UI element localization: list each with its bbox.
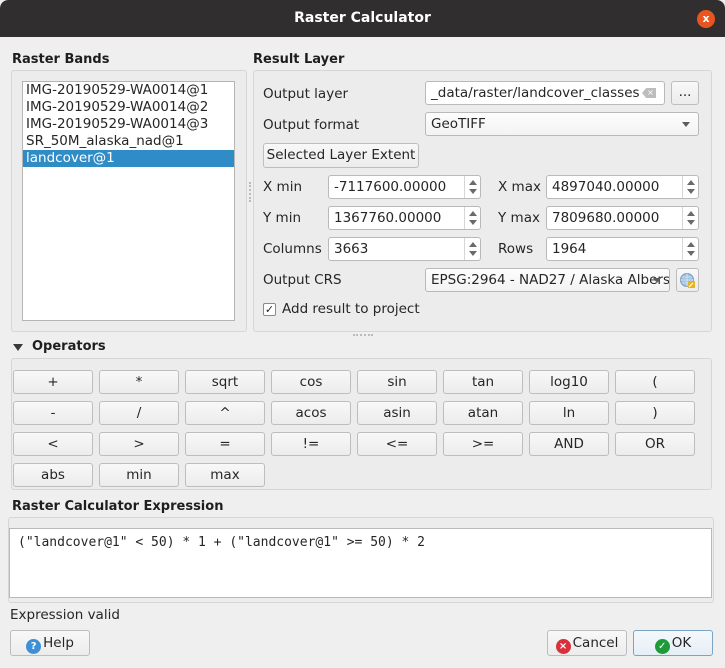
select-crs-button[interactable] — [676, 268, 699, 292]
operator-button[interactable]: / — [99, 401, 179, 425]
spin-arrows-icon[interactable] — [682, 238, 698, 260]
expression-status: Expression valid — [10, 607, 120, 623]
raster-bands-title: Raster Bands — [12, 52, 110, 67]
add-to-project-checkbox[interactable]: ✓ — [263, 303, 276, 316]
result-layer-title: Result Layer — [253, 52, 345, 67]
operator-button[interactable]: > — [99, 432, 179, 456]
close-button[interactable]: x — [697, 10, 715, 28]
operator-button[interactable]: asin — [357, 401, 437, 425]
operator-button[interactable]: cos — [271, 370, 351, 394]
operator-button[interactable]: < — [13, 432, 93, 456]
operator-button[interactable]: AND — [529, 432, 609, 456]
output-crs-label: Output CRS — [263, 272, 342, 288]
ok-button[interactable]: ✓ OK — [633, 630, 713, 656]
raster-band-item[interactable]: landcover@1 — [23, 150, 234, 167]
operator-button[interactable]: min — [99, 463, 179, 487]
columns-value: 3663 — [334, 241, 369, 257]
cancel-button[interactable]: × Cancel — [547, 630, 627, 656]
rows-value: 1964 — [552, 241, 587, 257]
help-button[interactable]: ? Help — [10, 630, 90, 656]
columns-label: Columns — [263, 241, 322, 257]
output-format-value: GeoTIFF — [431, 116, 486, 132]
operator-button[interactable]: != — [271, 432, 351, 456]
raster-band-item[interactable]: IMG-20190529-WA0014@2 — [23, 99, 234, 116]
operator-button[interactable]: ln — [529, 401, 609, 425]
operator-button[interactable]: ^ — [185, 401, 265, 425]
splitter-handle-vertical[interactable] — [249, 182, 251, 202]
x-min-value: -7117600.00000 — [334, 179, 447, 195]
operator-button[interactable]: ( — [615, 370, 695, 394]
y-min-spinbox[interactable]: 1367760.00000 — [328, 206, 481, 230]
globe-crs-icon — [680, 273, 695, 288]
operator-button[interactable]: tan — [443, 370, 523, 394]
title-bar: Raster Calculator x — [0, 0, 725, 37]
operator-button[interactable]: atan — [443, 401, 523, 425]
operator-button[interactable]: sqrt — [185, 370, 265, 394]
raster-band-item[interactable]: IMG-20190529-WA0014@3 — [23, 116, 234, 133]
selected-layer-extent-button[interactable]: Selected Layer Extent — [263, 143, 419, 168]
result-layer-group — [253, 70, 712, 332]
operator-button[interactable]: abs — [13, 463, 93, 487]
operator-button[interactable]: OR — [615, 432, 695, 456]
spin-arrows-icon[interactable] — [464, 238, 480, 260]
spin-arrows-icon[interactable] — [682, 207, 698, 229]
chevron-down-icon — [653, 278, 661, 283]
x-min-spinbox[interactable]: -7117600.00000 — [328, 175, 481, 199]
output-layer-value: _data/raster/landcover_classes — [431, 85, 640, 101]
operator-button[interactable]: * — [99, 370, 179, 394]
y-min-label: Y min — [263, 210, 301, 226]
y-min-value: 1367760.00000 — [334, 210, 442, 226]
chevron-down-icon — [682, 122, 690, 127]
rows-spinbox[interactable]: 1964 — [546, 237, 699, 261]
clear-icon[interactable]: × — [642, 88, 656, 98]
operator-button[interactable]: acos — [271, 401, 351, 425]
add-to-project-label: Add result to project — [282, 301, 420, 317]
output-layer-input[interactable]: _data/raster/landcover_classes × — [425, 81, 665, 105]
y-max-label: Y max — [498, 210, 540, 226]
operator-button[interactable]: >= — [443, 432, 523, 456]
window-title: Raster Calculator — [294, 10, 431, 26]
raster-band-item[interactable]: IMG-20190529-WA0014@1 — [23, 82, 234, 99]
output-layer-label: Output layer — [263, 86, 349, 102]
operator-button[interactable]: <= — [357, 432, 437, 456]
help-label: Help — [43, 635, 74, 651]
cancel-label: Cancel — [572, 635, 619, 651]
spin-arrows-icon[interactable] — [464, 207, 480, 229]
expression-title: Raster Calculator Expression — [12, 499, 224, 514]
operators-title[interactable]: Operators — [32, 339, 106, 354]
y-max-value: 7809680.00000 — [552, 210, 660, 226]
operator-button[interactable]: + — [13, 370, 93, 394]
expression-textarea[interactable]: ("landcover@1" < 50) * 1 + ("landcover@1… — [9, 528, 712, 598]
ok-icon: ✓ — [654, 639, 670, 654]
operator-button[interactable]: ) — [615, 401, 695, 425]
spin-arrows-icon[interactable] — [682, 176, 698, 198]
help-icon: ? — [26, 639, 42, 654]
cancel-icon: × — [555, 639, 571, 654]
operator-button[interactable]: max — [185, 463, 265, 487]
columns-spinbox[interactable]: 3663 — [328, 237, 481, 261]
y-max-spinbox[interactable]: 7809680.00000 — [546, 206, 699, 230]
x-min-label: X min — [263, 179, 302, 195]
raster-bands-list[interactable]: IMG-20190529-WA0014@1 IMG-20190529-WA0014… — [22, 81, 235, 321]
x-max-value: 4897040.00000 — [552, 179, 660, 195]
splitter-handle-horizontal[interactable] — [353, 334, 373, 336]
output-crs-select[interactable]: EPSG:2964 - NAD27 / Alaska Albers — [425, 268, 670, 292]
output-format-label: Output format — [263, 117, 360, 133]
raster-band-item[interactable]: SR_50M_alaska_nad@1 — [23, 133, 234, 150]
rows-label: Rows — [498, 241, 534, 257]
browse-button[interactable]: ... — [671, 81, 699, 105]
raster-calculator-dialog: Raster Calculator x Raster Bands IMG-201… — [0, 0, 725, 668]
operator-button[interactable]: - — [13, 401, 93, 425]
x-max-spinbox[interactable]: 4897040.00000 — [546, 175, 699, 199]
output-crs-value: EPSG:2964 - NAD27 / Alaska Albers — [431, 272, 670, 288]
collapse-triangle-icon[interactable] — [13, 344, 23, 351]
ok-label: OK — [671, 635, 692, 651]
x-max-label: X max — [498, 179, 541, 195]
operator-button[interactable]: log10 — [529, 370, 609, 394]
spin-arrows-icon[interactable] — [464, 176, 480, 198]
operator-button[interactable]: sin — [357, 370, 437, 394]
operator-button[interactable]: = — [185, 432, 265, 456]
output-format-select[interactable]: GeoTIFF — [425, 112, 699, 136]
